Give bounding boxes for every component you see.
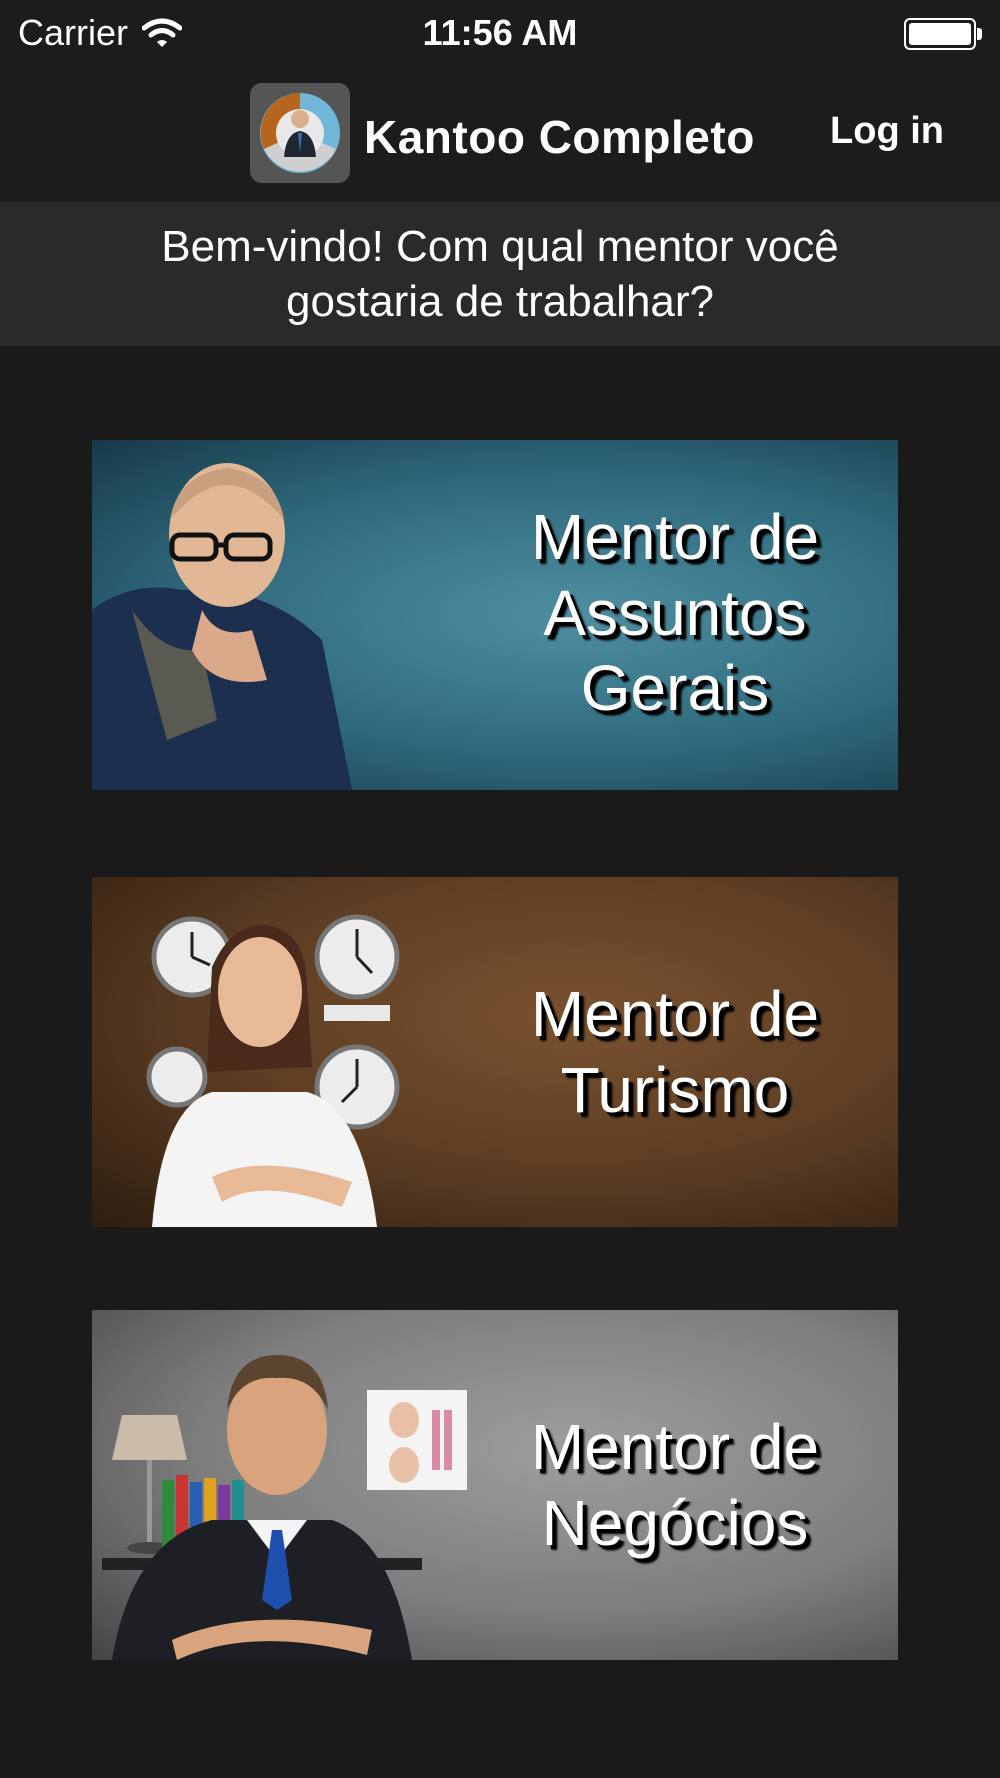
mentor-general-line3: Gerais: [580, 652, 770, 725]
mentor-general-title: Mentor de Assuntos Gerais: [452, 500, 898, 727]
welcome-text: Bem-vindo! Com qual mentor você gostaria…: [161, 222, 839, 326]
login-button[interactable]: Log in: [830, 110, 944, 153]
mentor-card-business[interactable]: Mentor de Negócios: [92, 1310, 898, 1660]
mentor-tourism-line2: Turismo: [560, 1053, 790, 1126]
welcome-banner: Bem-vindo! Com qual mentor você gostaria…: [0, 202, 1000, 346]
mentor-card-tourism[interactable]: Mentor de Turismo: [92, 877, 898, 1227]
mentor-tourism-title: Mentor de Turismo: [452, 977, 898, 1128]
mentor-general-line2: Assuntos: [543, 576, 807, 649]
status-time: 11:56 AM: [422, 12, 578, 53]
lamp-icon: [112, 1415, 187, 1554]
battery-icon: [904, 18, 982, 50]
mentor-business-title: Mentor de Negócios: [452, 1410, 898, 1561]
status-bar: Carrier 11:56 AM: [0, 0, 1000, 68]
app-screen: Carrier 11:56 AM Kantoo Completo Log in …: [0, 0, 1000, 1778]
mentor-card-general[interactable]: Mentor de Assuntos Gerais: [92, 440, 898, 790]
mentor-business-line2: Negócios: [541, 1486, 809, 1559]
mentor-business-line1: Mentor de: [530, 1411, 820, 1483]
mentor-tourism-line1: Mentor de: [530, 978, 820, 1050]
app-title: Kantoo Completo: [364, 111, 755, 163]
mentor-general-line1: Mentor de: [530, 501, 820, 573]
app-logo-icon: [250, 83, 350, 183]
navigation-bar: Kantoo Completo Log in: [0, 68, 1000, 202]
